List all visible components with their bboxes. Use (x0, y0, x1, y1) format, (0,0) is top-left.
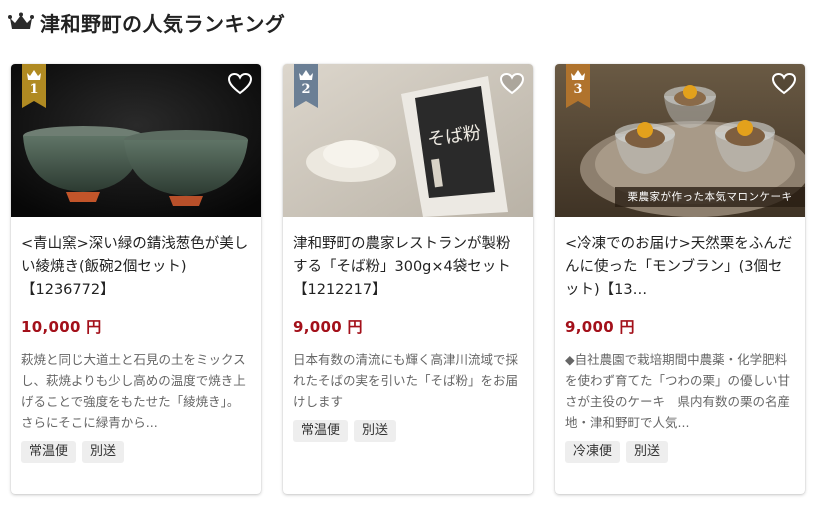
soba-flour-photo: そば粉 (283, 64, 533, 217)
rank-badge: 1 (22, 64, 46, 108)
product-title[interactable]: <冷凍でのお届け>天然栗をふんだんに使った「モンブラン」(3個セット)【13… (565, 233, 795, 302)
product-price: 9,000 円 (565, 318, 635, 336)
product-title[interactable]: 津和野町の農家レストランが製粉する「そば粉」300g×4袋セット【1212217… (293, 233, 523, 302)
tag-shipping-temp: 冷凍便 (565, 441, 621, 463)
tag-separate-delivery: 別送 (626, 441, 669, 463)
shipping-tags: 冷凍便 別送 (565, 441, 795, 463)
product-price: 9,000 円 (293, 318, 363, 336)
page-title: 津和野町の人気ランキング (40, 11, 286, 36)
product-image[interactable]: 1 (11, 64, 261, 217)
product-image[interactable]: そば粉 2 (283, 64, 533, 217)
section-header: 津和野町の人気ランキング (8, 8, 285, 36)
rank-badge: 2 (294, 64, 318, 108)
heart-icon[interactable] (227, 72, 253, 96)
rank-badge: 3 (566, 64, 590, 108)
shipping-tags: 常温便 別送 (293, 420, 523, 442)
product-image[interactable]: 栗農家が作った本気マロンケーキ 3 (555, 64, 805, 217)
shipping-tags: 常温便 別送 (21, 441, 251, 463)
tag-separate-delivery: 別送 (82, 441, 125, 463)
tag-shipping-temp: 常温便 (21, 441, 77, 463)
product-title[interactable]: <青山窯>深い緑の錆浅葱色が美しい綾焼き(飯碗2個セット)【1236772】 (21, 233, 251, 302)
heart-icon[interactable] (499, 72, 525, 96)
ranking-card-2[interactable]: そば粉 2 津和野町の農家レストランが製粉する「そば粉」300g×4袋セット【1… (283, 64, 533, 494)
ranking-card-3[interactable]: 栗農家が作った本気マロンケーキ 3 <冷凍でのお届け>天然栗をふんだんに使った「… (555, 64, 805, 494)
product-price: 10,000 円 (21, 318, 102, 336)
tag-separate-delivery: 別送 (354, 420, 397, 442)
ranking-card-1[interactable]: 1 <青山窯>深い緑の錆浅葱色が美しい綾焼き(飯碗2個セット)【1236772】… (11, 64, 261, 494)
product-description: 日本有数の清流にも輝く高津川流域で採れたそばの実を引いた「そば粉」をお届けします (293, 352, 519, 409)
image-caption: 栗農家が作った本気マロンケーキ (615, 187, 805, 207)
tag-shipping-temp: 常温便 (293, 420, 349, 442)
product-description: ◆自社農園で栽培期間中農薬・化学肥料を使わず育てた「つわの栗」の優しい甘さが主役… (565, 352, 791, 430)
crown-icon (8, 12, 34, 29)
product-description: 萩焼と同じ大道土と石見の土をミックスし、萩焼よりも少し高めの温度で焼き上げること… (21, 352, 246, 430)
bowls-photo (11, 64, 261, 217)
heart-icon[interactable] (771, 72, 797, 96)
